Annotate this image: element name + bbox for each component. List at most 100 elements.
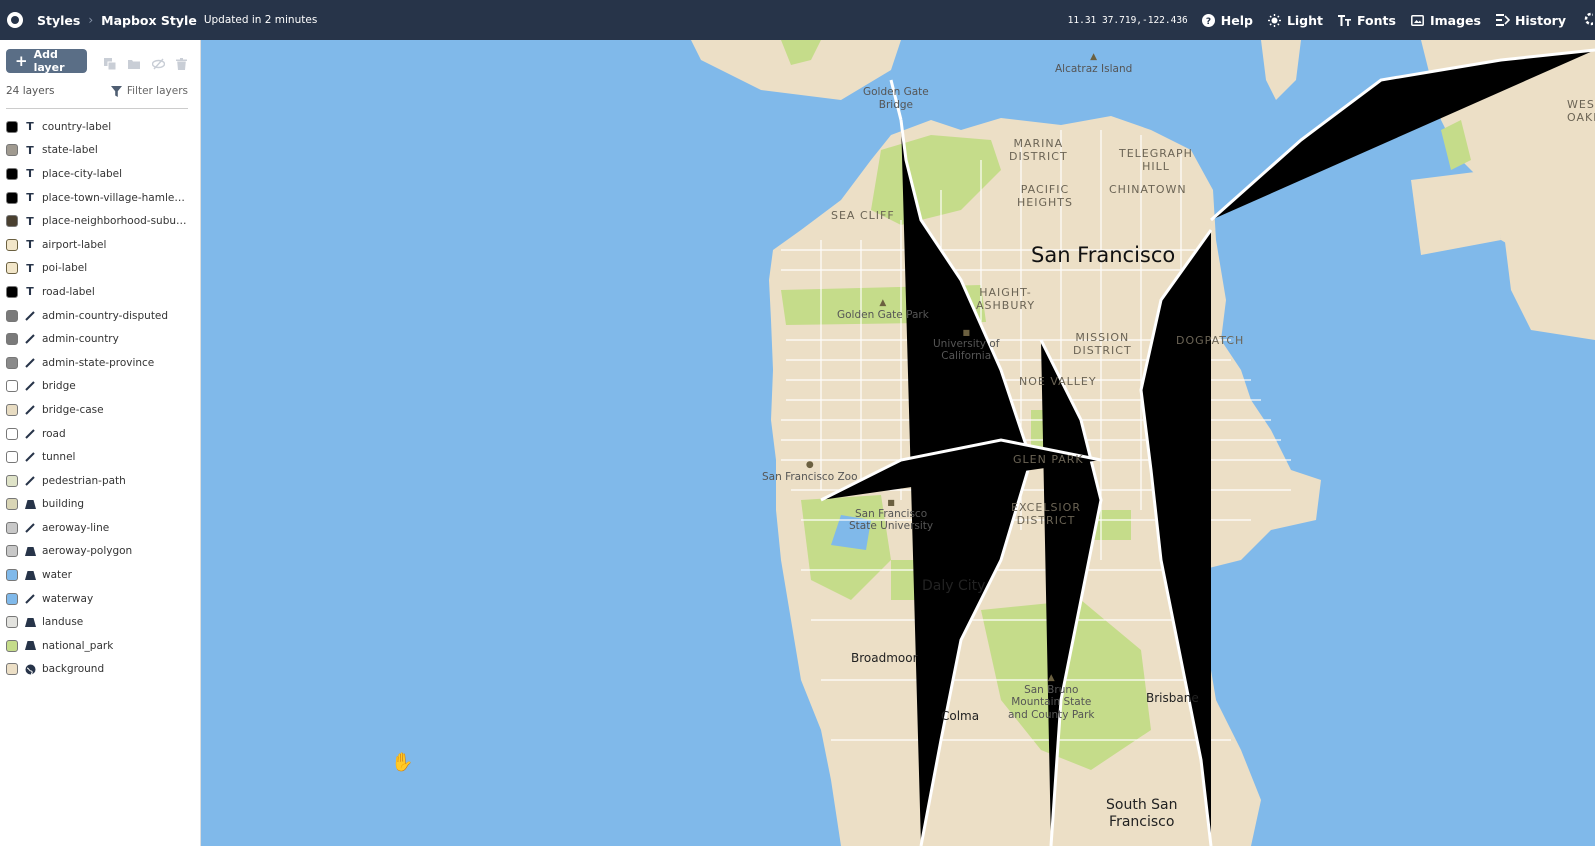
layer-color-swatch[interactable]	[6, 545, 18, 558]
text-layer-icon: T	[26, 214, 34, 228]
layer-item[interactable]: Tplace-neighborhood-suburb-l...	[0, 209, 200, 233]
map-label-colma: Colma	[941, 709, 980, 723]
layer-item[interactable]: Tairport-label	[0, 233, 200, 257]
layer-item[interactable]: aeroway-line	[0, 516, 200, 540]
layer-item[interactable]: bridge-case	[0, 398, 200, 422]
text-layer-icon: T	[26, 167, 34, 181]
layer-color-swatch[interactable]	[6, 333, 18, 346]
layer-color-swatch[interactable]	[6, 498, 18, 511]
layer-item[interactable]: waterway	[0, 587, 200, 611]
layer-name: state-label	[42, 144, 98, 157]
layer-name: bridge-case	[42, 403, 104, 416]
map-label-telegraph: TELEGRAPH HILL	[1119, 147, 1193, 174]
line-layer-icon	[24, 404, 36, 416]
folder-icon[interactable]	[128, 55, 140, 69]
layer-item[interactable]: national_park	[0, 634, 200, 658]
filter-layers-button[interactable]: Filter layers	[110, 85, 188, 97]
layer-item[interactable]: aeroway-polygon	[0, 540, 200, 564]
map-canvas[interactable]: ▲ Alcatraz Island Golden Gate Bridge MARI…	[201, 40, 1595, 846]
layer-color-swatch[interactable]	[6, 521, 18, 534]
layer-color-swatch[interactable]	[6, 167, 18, 180]
history-button[interactable]: History	[1495, 12, 1566, 28]
settings-icon[interactable]	[1581, 12, 1595, 29]
layers-sidebar: + Add layer 24 layers Filter layers Tcou…	[0, 40, 201, 846]
layer-color-swatch[interactable]	[6, 120, 18, 133]
font-icon	[1338, 13, 1352, 27]
hand-cursor-icon: ✋	[391, 752, 414, 773]
layer-color-swatch[interactable]	[6, 427, 18, 440]
layer-color-swatch[interactable]	[6, 380, 18, 393]
layer-item[interactable]: Troad-label	[0, 280, 200, 304]
layer-item[interactable]: landuse	[0, 610, 200, 634]
layer-name: water	[42, 569, 72, 582]
layer-color-swatch[interactable]	[6, 403, 18, 416]
layer-color-swatch[interactable]	[6, 191, 18, 204]
layer-color-swatch[interactable]	[6, 474, 18, 487]
layer-item[interactable]: admin-state-province	[0, 351, 200, 375]
layer-color-swatch[interactable]	[6, 569, 18, 582]
layer-item[interactable]: pedestrian-path	[0, 469, 200, 493]
line-layer-icon	[24, 357, 36, 369]
fill-layer-icon	[24, 545, 36, 557]
park-pin-icon: ▲	[879, 298, 887, 308]
layer-item[interactable]: water	[0, 563, 200, 587]
layer-color-swatch[interactable]	[6, 262, 18, 275]
layer-item[interactable]: admin-country	[0, 327, 200, 351]
light-button[interactable]: Light	[1268, 13, 1323, 28]
layer-item[interactable]: Tstate-label	[0, 139, 200, 163]
layer-item[interactable]: Tplace-city-label	[0, 162, 200, 186]
history-label: History	[1514, 12, 1566, 28]
map-label-daly-city: Daly City	[922, 578, 986, 594]
layer-name: poi-label	[42, 262, 88, 275]
layer-color-swatch[interactable]	[6, 144, 18, 157]
map-label-pacific-heights: PACIFIC HEIGHTS	[1017, 183, 1073, 210]
map-label-san-bruno: ▲ San Bruno Mountain State and County Park	[1008, 673, 1095, 721]
layer-name: pedestrian-path	[42, 474, 126, 487]
map-label-sf-zoo: ● San Francisco Zoo	[762, 460, 858, 483]
add-layer-button[interactable]: + Add layer	[6, 48, 87, 74]
school-icon: ■	[962, 328, 970, 337]
layer-item[interactable]: bridge	[0, 375, 200, 399]
breadcrumb-styles[interactable]: Styles	[37, 13, 80, 28]
map-label-ucsf: ■ University of California	[933, 328, 1000, 363]
map-label-sea-cliff: SEA CLIFF	[831, 209, 895, 222]
top-bar: Styles › Mapbox Style Updated in 2 minut…	[0, 0, 1595, 40]
layer-item[interactable]: background	[0, 658, 200, 682]
divider	[6, 108, 188, 109]
layer-item[interactable]: road	[0, 422, 200, 446]
line-layer-icon	[24, 333, 36, 345]
duplicate-icon[interactable]	[104, 55, 117, 71]
layer-color-swatch[interactable]	[6, 451, 18, 464]
light-label: Light	[1286, 12, 1324, 28]
layer-color-swatch[interactable]	[6, 592, 18, 605]
layer-item[interactable]: Tcountry-label	[0, 115, 200, 139]
map-label-chinatown: CHINATOWN	[1109, 183, 1187, 196]
layer-name: bridge	[42, 380, 76, 393]
hide-icon[interactable]	[151, 55, 166, 70]
layer-color-swatch[interactable]	[6, 356, 18, 369]
layer-item[interactable]: building	[0, 493, 200, 517]
layer-color-swatch[interactable]	[6, 639, 18, 652]
help-label: Help	[1220, 12, 1253, 28]
layer-item[interactable]: admin-country-disputed	[0, 304, 200, 328]
layer-color-swatch[interactable]	[6, 238, 18, 251]
layer-name: country-label	[42, 120, 112, 133]
help-button[interactable]: ? Help	[1202, 13, 1253, 28]
map-label-brisbane: Brisbane	[1146, 691, 1199, 705]
images-button[interactable]: Images	[1411, 13, 1481, 28]
style-name[interactable]: Mapbox Style	[101, 13, 197, 28]
layer-color-swatch[interactable]	[6, 309, 18, 322]
layer-item[interactable]: tunnel	[0, 445, 200, 469]
zoo-icon: ●	[805, 460, 814, 470]
text-layer-icon: T	[26, 191, 34, 205]
layer-name: admin-country	[42, 333, 119, 346]
layer-color-swatch[interactable]	[6, 215, 18, 228]
layer-color-swatch[interactable]	[6, 616, 18, 629]
trash-icon[interactable]	[176, 55, 188, 70]
studio-logo-icon[interactable]	[7, 12, 23, 28]
fonts-button[interactable]: Fonts	[1338, 13, 1396, 28]
layer-item[interactable]: Tplace-town-village-hamlet-label	[0, 186, 200, 210]
layer-color-swatch[interactable]	[6, 285, 18, 298]
layer-color-swatch[interactable]	[6, 663, 18, 676]
layer-item[interactable]: Tpoi-label	[0, 257, 200, 281]
